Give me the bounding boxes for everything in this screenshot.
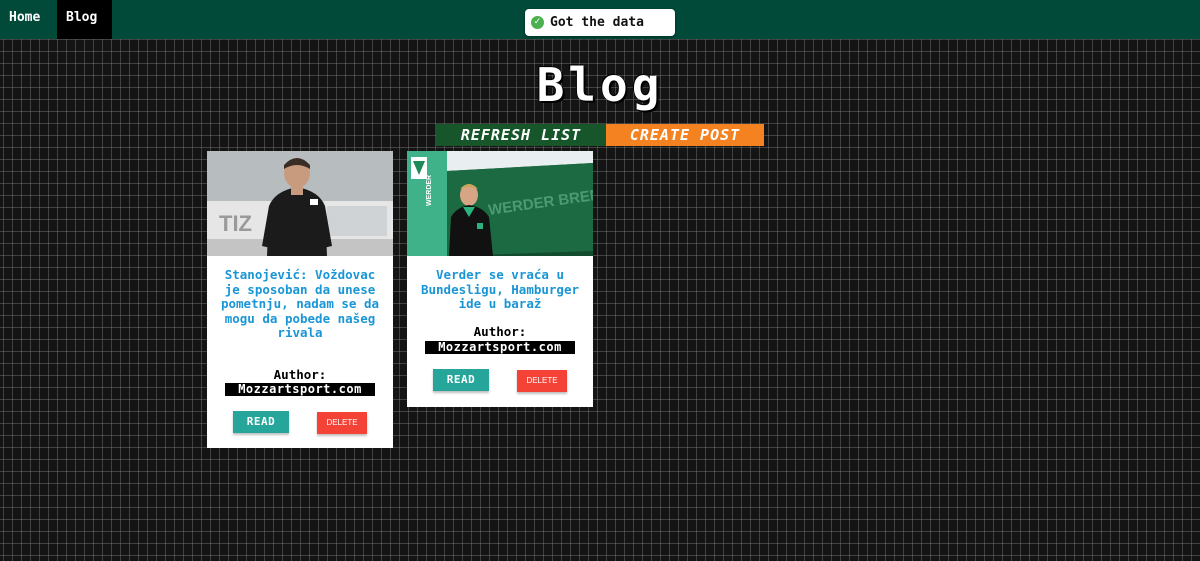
check-circle-icon: ✓ bbox=[531, 16, 544, 29]
toast-message: Got the data bbox=[550, 15, 644, 30]
post-title: Stanojević: Voždovac je sposoban da unes… bbox=[220, 267, 380, 341]
delete-button[interactable]: DELETE bbox=[317, 412, 367, 434]
post-author-label: Author: bbox=[273, 367, 327, 382]
post-card: TIZ Stanojević: Voždovac je sposoban da … bbox=[207, 151, 393, 448]
post-image: WERDER WERDER BREMEN bbox=[407, 151, 593, 256]
nav-home-link[interactable]: Home bbox=[0, 0, 49, 39]
page-title: Blog bbox=[536, 58, 664, 112]
post-image: TIZ bbox=[207, 151, 393, 256]
read-button[interactable]: READ bbox=[433, 369, 489, 391]
create-post-button[interactable]: CREATE POST bbox=[606, 124, 764, 146]
toast-notification: ✓ Got the data bbox=[525, 9, 675, 36]
delete-button[interactable]: DELETE bbox=[517, 370, 567, 392]
refresh-list-button[interactable]: REFRESH LIST bbox=[436, 124, 606, 146]
post-card: WERDER WERDER BREMEN Verder se vraća u B… bbox=[407, 151, 593, 407]
post-title: Verder se vraća u Bundesligu, Hamburger … bbox=[420, 267, 580, 312]
read-button[interactable]: READ bbox=[233, 411, 289, 433]
nav-blog-link[interactable]: Blog bbox=[57, 0, 112, 39]
post-author-label: Author: bbox=[473, 324, 527, 339]
svg-text:WERDER: WERDER bbox=[426, 175, 433, 206]
top-navbar: Home Blog ✓ Got the data bbox=[0, 0, 1200, 39]
post-author: Mozzartsport.com bbox=[225, 383, 375, 396]
svg-text:TIZ: TIZ bbox=[219, 211, 252, 236]
post-author: Mozzartsport.com bbox=[425, 341, 575, 354]
